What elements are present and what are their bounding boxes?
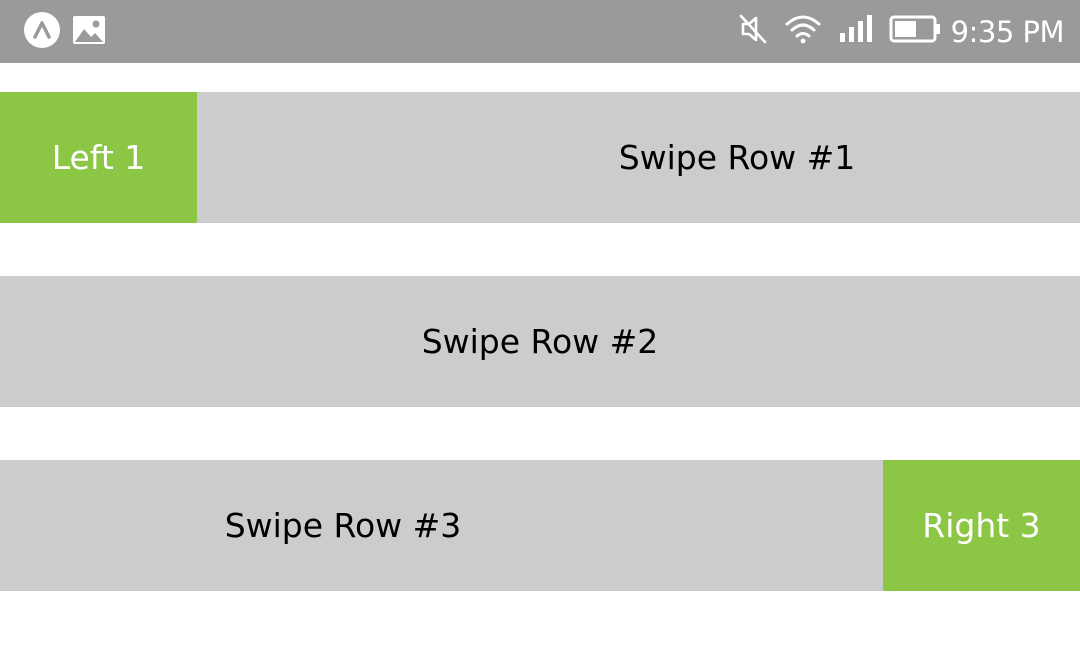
row-label: Swipe Row #2 — [421, 322, 659, 361]
right-action-button[interactable]: Right 3 — [883, 460, 1080, 591]
signal-icon — [839, 15, 873, 48]
left-action-label: Left 1 — [51, 138, 146, 177]
wifi-icon — [785, 14, 821, 49]
row-label: Swipe Row #3 — [224, 506, 462, 545]
swipe-row[interactable]: Left 1 Swipe Row #1 — [0, 92, 1080, 223]
status-time: 9:35 PM — [950, 14, 1065, 49]
status-bar: 9:35 PM — [0, 0, 1080, 63]
expo-icon — [24, 11, 60, 53]
row-front[interactable]: Swipe Row #1 — [197, 92, 1080, 223]
swipe-row[interactable]: Swipe Row #2 — [0, 276, 1080, 407]
right-action-label: Right 3 — [922, 506, 1041, 545]
left-action-button[interactable]: Left 1 — [0, 92, 197, 223]
swipe-row[interactable]: Right 3 Swipe Row #3 — [0, 460, 1080, 591]
battery-icon — [889, 15, 941, 48]
status-left-icons — [24, 11, 106, 53]
row-label: Swipe Row #1 — [618, 138, 856, 177]
status-right-icons: 9:35 PM — [739, 0, 1065, 63]
row-front[interactable]: Swipe Row #2 — [0, 276, 1080, 407]
row-front[interactable]: Swipe Row #3 — [0, 460, 883, 591]
mute-icon — [739, 14, 767, 49]
image-icon — [72, 15, 106, 50]
